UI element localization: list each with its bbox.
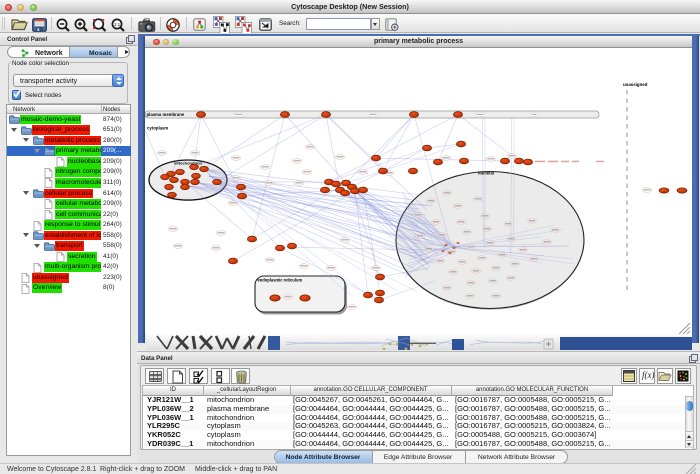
svg-text:1:1: 1:1: [114, 22, 121, 27]
svg-text:cytoplasm: cytoplasm: [147, 126, 168, 131]
svg-text:endoplasmic reticulum: endoplasmic reticulum: [258, 278, 303, 283]
svg-text:plasma membrane: plasma membrane: [147, 112, 185, 117]
svg-text:nucleus: nucleus: [478, 171, 495, 176]
svg-text:unassigned: unassigned: [623, 82, 648, 87]
svg-text:mitochondrion: mitochondrion: [174, 161, 203, 166]
